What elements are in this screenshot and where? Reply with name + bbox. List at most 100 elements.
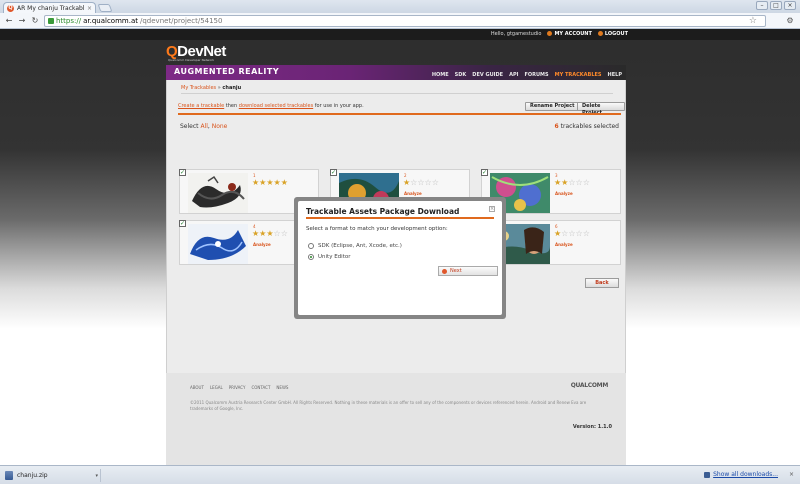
- breadcrumb-divider: [181, 93, 613, 94]
- download-selected-link[interactable]: download selected trackables: [239, 103, 313, 109]
- footer-link-legal[interactable]: LEGAL: [210, 385, 223, 390]
- account-bar: Hello, gtgamestudio MY ACCOUNT LOGOUT: [0, 29, 800, 40]
- address-bar[interactable]: https://ar.qualcomm.at/qdevnet/project/5…: [44, 15, 766, 27]
- minimize-icon[interactable]: –: [756, 1, 768, 10]
- rating-stars-3: ★★☆☆☆: [554, 178, 590, 187]
- nav-sdk[interactable]: SDK: [455, 72, 467, 78]
- trackable-checkbox-1[interactable]: ✓: [179, 169, 186, 176]
- trackable-checkbox-2[interactable]: ✓: [330, 169, 337, 176]
- footer-link-contact[interactable]: CONTACT: [251, 385, 270, 390]
- footer-link-privacy[interactable]: PRIVACY: [229, 385, 246, 390]
- section-banner: AUGMENTED REALITY HOME SDK DEV GUIDE API…: [166, 65, 626, 80]
- main-nav: HOME SDK DEV GUIDE API FORUMS MY TRACKAB…: [432, 72, 622, 78]
- logo-tagline: Qualcomm Developer Network: [168, 58, 215, 62]
- delete-project-button[interactable]: Delete Project: [577, 102, 625, 116]
- dialog-subtitle: Select a format to match your developmen…: [306, 226, 448, 232]
- download-item[interactable]: chanju.zip ▾: [3, 469, 98, 482]
- nav-my-trackables[interactable]: MY TRACKABLES: [555, 72, 602, 78]
- dialog-close-icon[interactable]: ×: [489, 206, 495, 212]
- show-all-downloads-link[interactable]: Show all downloads...: [713, 471, 778, 478]
- radio-sdk[interactable]: [308, 243, 314, 249]
- maximize-icon[interactable]: □: [770, 1, 782, 10]
- option-unity-label: Unity Editor: [318, 254, 351, 260]
- downloads-icon: [704, 471, 711, 478]
- analyze-link-2[interactable]: Analyze: [404, 191, 422, 196]
- nav-forums[interactable]: FORUMS: [524, 72, 548, 78]
- next-button[interactable]: Next: [438, 266, 498, 276]
- shelf-divider: [100, 469, 101, 482]
- next-arrow-icon: [442, 268, 447, 274]
- breadcrumb-my-trackables[interactable]: My Trackables: [181, 85, 216, 91]
- wrench-menu-icon[interactable]: ⚙: [785, 16, 795, 26]
- logout-link[interactable]: LOGOUT: [597, 31, 628, 37]
- download-dialog: Trackable Assets Package Download × Sele…: [298, 201, 502, 315]
- radio-unity[interactable]: [308, 254, 314, 260]
- download-file-name: chanju.zip: [17, 472, 48, 479]
- rename-project-button[interactable]: Rename Project: [525, 102, 580, 111]
- page-viewport: Hello, gtgamestudio MY ACCOUNT LOGOUT QD…: [0, 29, 800, 465]
- selected-count-suffix: trackables selected: [558, 123, 619, 130]
- bookmark-star-icon[interactable]: ☆: [749, 16, 757, 26]
- dialog-divider: [306, 217, 494, 219]
- next-button-label: Next: [450, 268, 462, 274]
- trackable-checkbox-3[interactable]: ✓: [481, 169, 488, 176]
- tab-title: AR My chanju Trackable: [17, 4, 84, 12]
- create-trackable-link[interactable]: Create a trackable: [178, 103, 224, 109]
- nav-help[interactable]: HELP: [608, 72, 622, 78]
- instruction-suffix: for use in your app.: [313, 103, 364, 109]
- breadcrumb: My Trackables » chanju: [181, 85, 241, 91]
- section-title: AUGMENTED REALITY: [174, 67, 280, 76]
- url-path: /qdevnet/project/54150: [140, 17, 223, 25]
- download-dialog-frame: Trackable Assets Package Download × Sele…: [294, 197, 506, 319]
- rating-stars-4: ★★★☆☆: [252, 229, 288, 238]
- trackable-thumbnail-1[interactable]: [188, 173, 248, 213]
- trackable-thumbnail-4[interactable]: [188, 224, 248, 264]
- selected-count: 6 trackables selected: [555, 123, 619, 130]
- site-logo[interactable]: QDevNet Qualcomm Developer Network: [166, 43, 626, 65]
- select-all-link[interactable]: All: [200, 123, 207, 130]
- rating-stars-6: ★☆☆☆☆: [554, 229, 590, 238]
- trackable-checkbox-4[interactable]: ✓: [179, 220, 186, 227]
- download-shelf: chanju.zip ▾ Show all downloads... ×: [0, 465, 800, 484]
- section-divider: [178, 113, 621, 115]
- option-sdk[interactable]: SDK (Eclipse, Ant, Xcode, etc.): [308, 243, 402, 249]
- nav-dev-guide[interactable]: DEV GUIDE: [472, 72, 503, 78]
- breadcrumb-separator: »: [217, 85, 221, 91]
- then-text: then: [224, 103, 239, 109]
- zip-file-icon: [5, 471, 13, 480]
- logout-bullet-icon: [597, 31, 603, 36]
- analyze-link-6[interactable]: Analyze: [555, 242, 573, 247]
- window-controls: – □ ×: [756, 1, 796, 10]
- option-unity[interactable]: Unity Editor: [308, 254, 350, 260]
- forward-arrow-icon[interactable]: →: [17, 16, 27, 26]
- analyze-link-4[interactable]: Analyze: [253, 242, 271, 247]
- account-bullet-icon: [547, 31, 553, 36]
- url-host: ar.qualcomm.at: [83, 17, 138, 25]
- dialog-title: Trackable Assets Package Download: [306, 207, 460, 216]
- select-none-link[interactable]: None: [212, 123, 228, 130]
- chevron-down-icon[interactable]: ▾: [95, 473, 98, 479]
- browser-tab[interactable]: Q AR My chanju Trackable ×: [3, 2, 96, 13]
- analyze-link-3[interactable]: Analyze: [555, 191, 573, 196]
- footer-link-about[interactable]: ABOUT: [190, 385, 204, 390]
- action-instructions: Create a trackable then download selecte…: [178, 103, 364, 109]
- back-arrow-icon[interactable]: ←: [4, 16, 14, 26]
- close-tab-icon[interactable]: ×: [87, 5, 92, 12]
- version-text: Version: 1.1.0: [572, 424, 612, 430]
- close-shelf-icon[interactable]: ×: [789, 471, 794, 478]
- my-account-link[interactable]: MY ACCOUNT: [547, 31, 592, 37]
- breadcrumb-current: chanju: [222, 85, 242, 91]
- back-button[interactable]: Back: [585, 278, 619, 288]
- reload-icon[interactable]: ↻: [30, 16, 40, 26]
- greeting-text: Hello, gtgamestudio: [490, 31, 542, 37]
- url-scheme: https://: [56, 17, 82, 25]
- show-all-downloads[interactable]: Show all downloads...: [704, 471, 778, 478]
- new-tab-button[interactable]: [97, 4, 113, 12]
- nav-api[interactable]: API: [509, 72, 518, 78]
- nav-home[interactable]: HOME: [432, 72, 449, 78]
- select-label: Select: [180, 123, 199, 130]
- browser-toolbar: ← → ↻ https://ar.qualcomm.at/qdevnet/pro…: [0, 13, 800, 29]
- footer-link-news[interactable]: NEWS: [276, 385, 288, 390]
- select-controls: Select All, None: [180, 123, 228, 130]
- close-window-icon[interactable]: ×: [784, 1, 796, 10]
